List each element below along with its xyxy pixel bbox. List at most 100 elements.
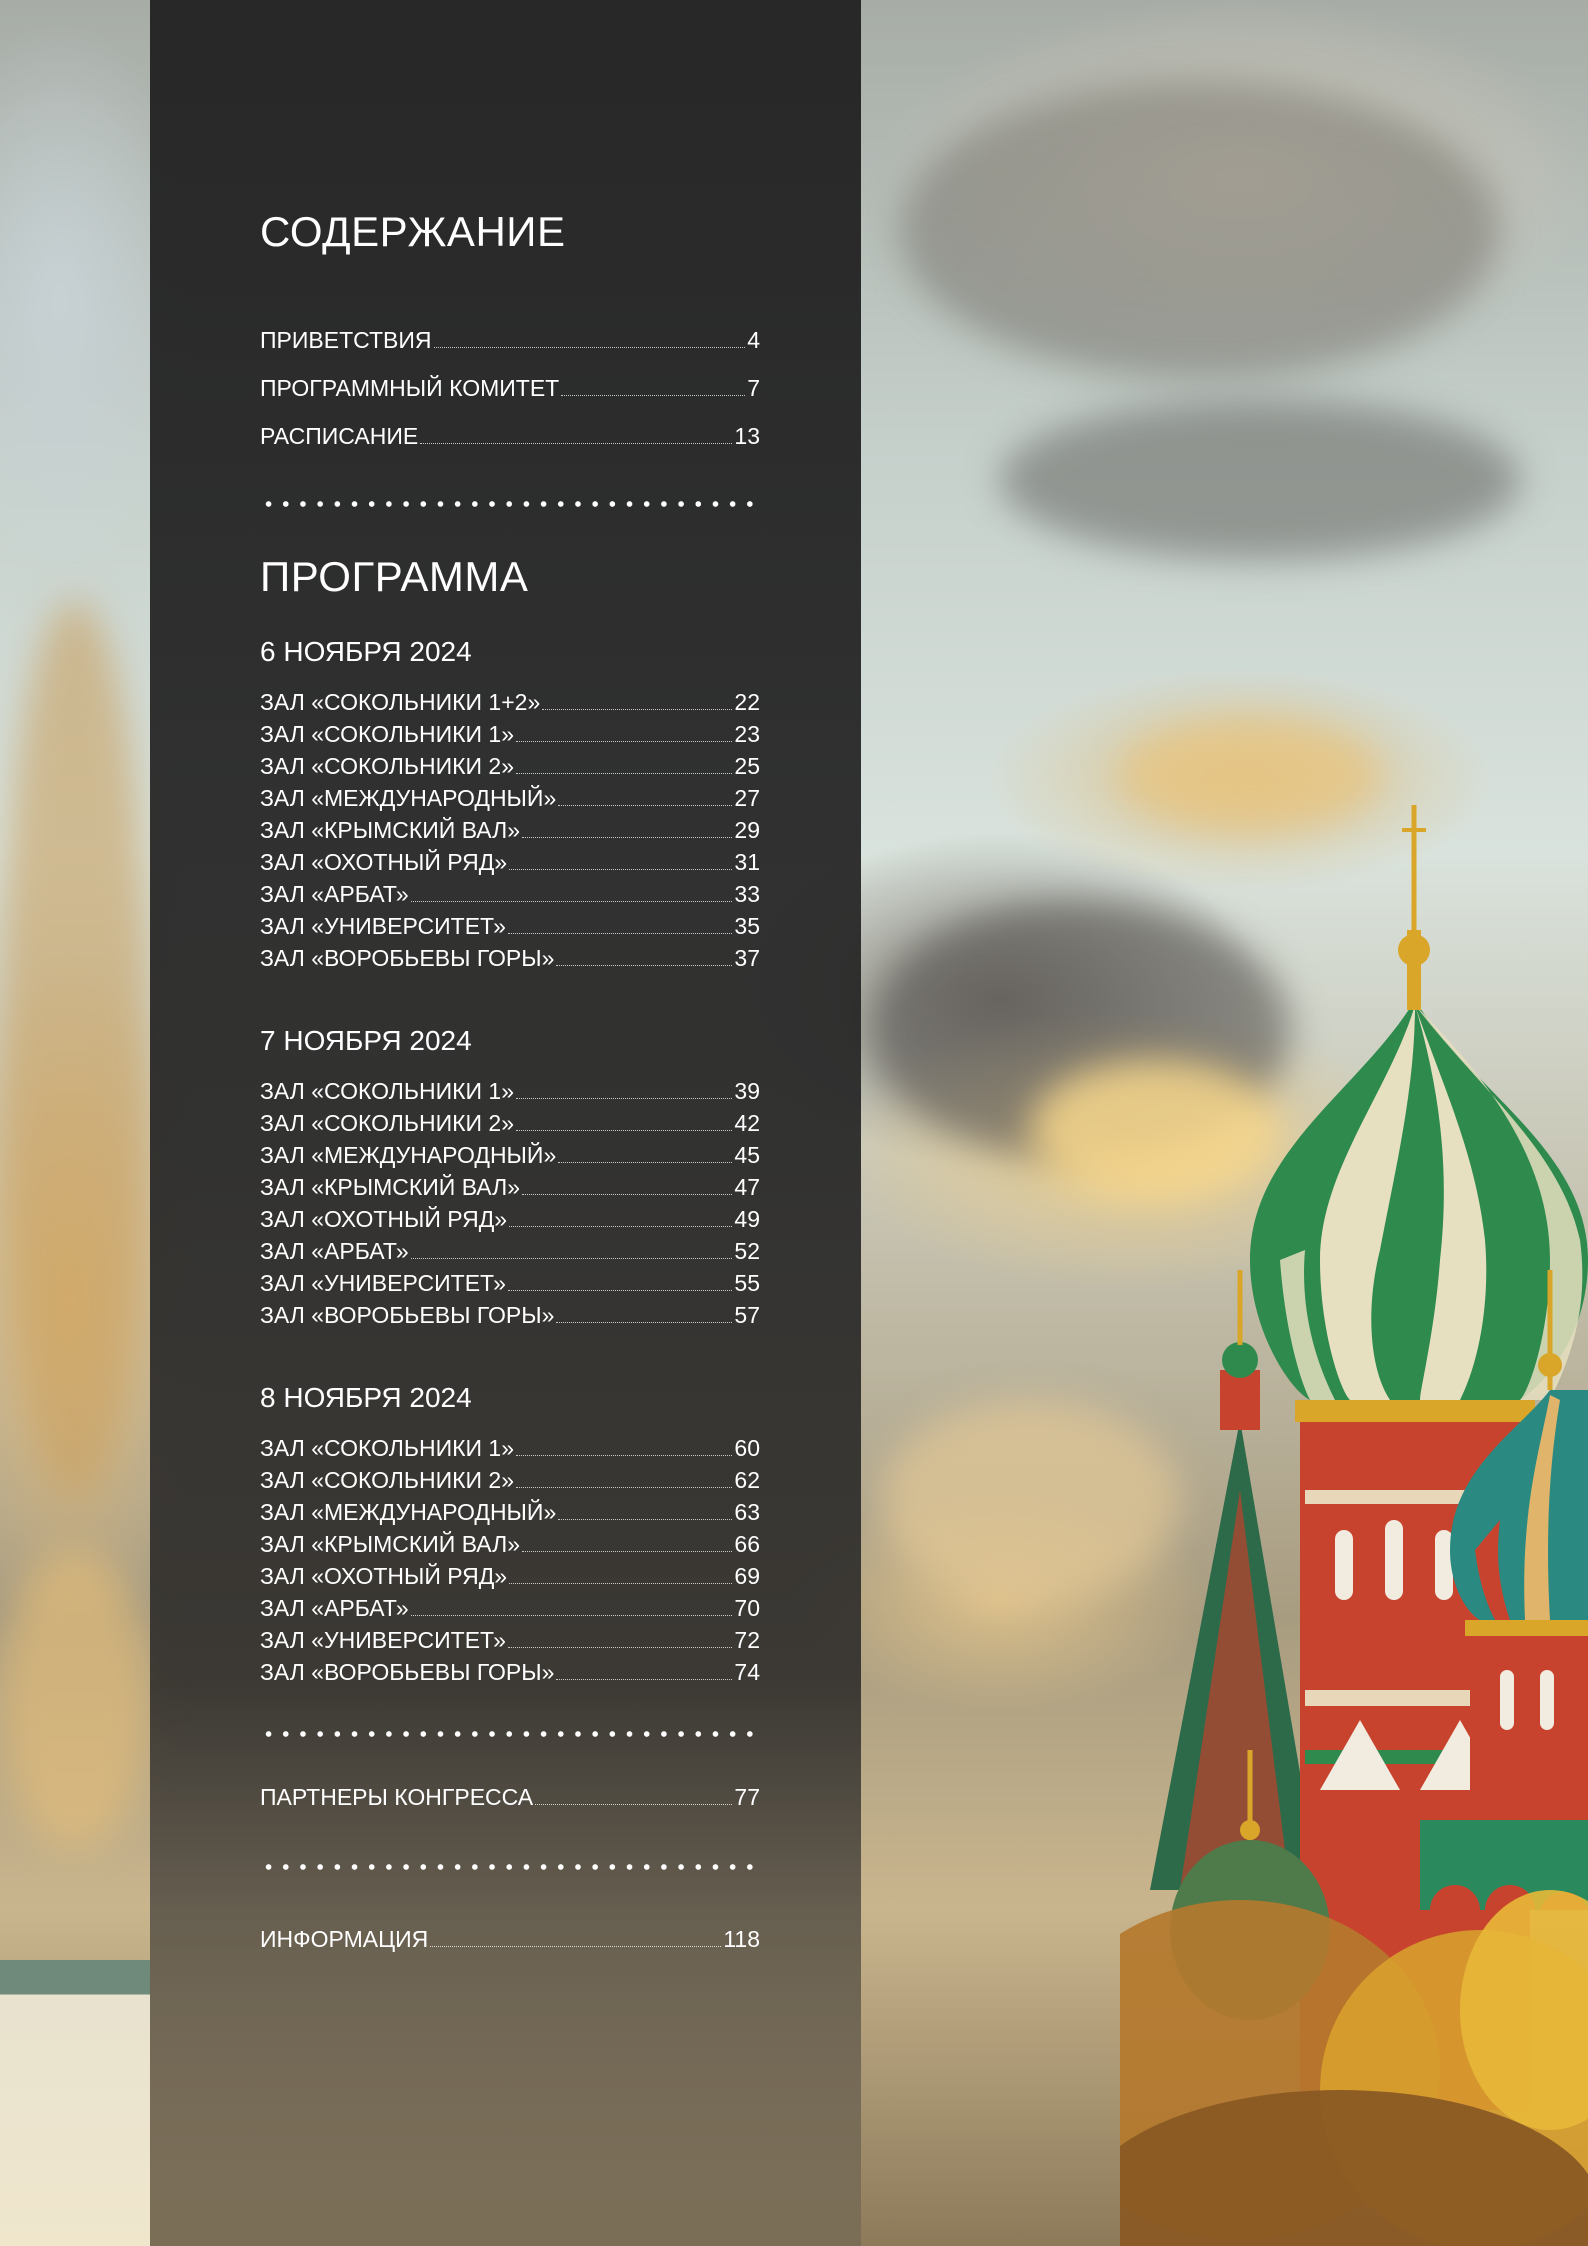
toc-label: ЗАЛ «ВОРОБЬЕВЫ ГОРЫ» xyxy=(260,1302,555,1328)
dot-leader xyxy=(516,1487,733,1488)
toc-page: 42 xyxy=(734,1110,760,1136)
toc-page: 45 xyxy=(734,1142,760,1168)
dot-leader xyxy=(516,741,733,742)
toc-row-hall[interactable]: ЗАЛ «ВОРОБЬЕВЫ ГОРЫ» 74 xyxy=(260,1658,760,1686)
toc-row-hall[interactable]: ЗАЛ «ВОРОБЬЕВЫ ГОРЫ» 37 xyxy=(260,944,760,972)
toc-page: 118 xyxy=(723,1926,760,1952)
dot-leader xyxy=(556,1679,733,1680)
dot-leader xyxy=(507,1647,733,1648)
toc-page: 52 xyxy=(734,1238,760,1264)
dot-leader xyxy=(410,1615,733,1616)
dot-leader xyxy=(522,1551,733,1552)
dot-leader xyxy=(535,1804,733,1805)
toc-page: 57 xyxy=(734,1302,760,1328)
toc-label: ЗАЛ «СОКОЛЬНИКИ 2» xyxy=(260,1110,515,1136)
toc-row-hall[interactable]: ЗАЛ «МЕЖДУНАРОДНЫЙ» 45 xyxy=(260,1141,760,1169)
toc-page: 72 xyxy=(734,1627,760,1653)
toc-row-hall[interactable]: ЗАЛ «ОХОТНЫЙ РЯД» 31 xyxy=(260,848,760,876)
toc-label: ЗАЛ «СОКОЛЬНИКИ 1» xyxy=(260,1078,515,1104)
toc-label: ЗАЛ «ВОРОБЬЕВЫ ГОРЫ» xyxy=(260,945,555,971)
toc-label: ЗАЛ «УНИВЕРСИТЕТ» xyxy=(260,1270,506,1296)
toc-label: РАСПИСАНИЕ xyxy=(260,423,419,449)
dot-leader xyxy=(558,805,733,806)
cathedral-illustration xyxy=(1120,790,1588,2246)
toc-label: ЗАЛ «СОКОЛЬНИКИ 1» xyxy=(260,721,515,747)
toc-row-hall[interactable]: ЗАЛ «УНИВЕРСИТЕТ» 35 xyxy=(260,912,760,940)
contents-title: СОДЕРЖАНИЕ xyxy=(260,208,566,255)
dot-leader xyxy=(507,933,733,934)
toc-row-greetings[interactable]: ПРИВЕТСТВИЯ 4 xyxy=(260,326,760,354)
toc-label: ЗАЛ «ОХОТНЫЙ РЯД» xyxy=(260,1206,508,1232)
dot-leader xyxy=(516,1455,733,1456)
toc-row-hall[interactable]: ЗАЛ «АРБАТ» 52 xyxy=(260,1237,760,1265)
toc-row-hall[interactable]: ЗАЛ «ВОРОБЬЕВЫ ГОРЫ» 57 xyxy=(260,1301,760,1329)
dot-leader xyxy=(433,347,746,348)
toc-label: ПАРТНЕРЫ КОНГРЕССА xyxy=(260,1784,534,1810)
toc-row-committee[interactable]: ПРОГРАММНЫЙ КОМИТЕТ 7 xyxy=(260,374,760,402)
dot-leader xyxy=(410,901,733,902)
toc-page: 70 xyxy=(734,1595,760,1621)
toc-row-hall[interactable]: ЗАЛ «СОКОЛЬНИКИ 1» 60 xyxy=(260,1434,760,1462)
toc-row-hall[interactable]: ЗАЛ «СОКОЛЬНИКИ 2» 42 xyxy=(260,1109,760,1137)
toc-page: 74 xyxy=(734,1659,760,1685)
toc-page: 37 xyxy=(734,945,760,971)
day-1-date: 6 НОЯБРЯ 2024 xyxy=(260,636,472,667)
day-2-date: 7 НОЯБРЯ 2024 xyxy=(260,1025,472,1056)
toc-label: ЗАЛ «ОХОТНЫЙ РЯД» xyxy=(260,1563,508,1589)
toc-label: ПРОГРАММНЫЙ КОМИТЕТ xyxy=(260,375,560,401)
dot-leader xyxy=(507,1290,733,1291)
toc-row-hall[interactable]: ЗАЛ «ОХОТНЫЙ РЯД» 49 xyxy=(260,1205,760,1233)
toc-page: 7 xyxy=(747,375,760,401)
toc-label: ИНФОРМАЦИЯ xyxy=(260,1926,429,1952)
dot-leader xyxy=(420,443,733,444)
dot-leader xyxy=(558,1162,733,1163)
toc-row-hall[interactable]: ЗАЛ «КРЫМСКИЙ ВАЛ» 29 xyxy=(260,816,760,844)
toc-page: 63 xyxy=(734,1499,760,1525)
toc-label: ЗАЛ «КРЫМСКИЙ ВАЛ» xyxy=(260,817,521,843)
toc-row-info[interactable]: ИНФОРМАЦИЯ 118 xyxy=(260,1925,760,1953)
toc-row-schedule[interactable]: РАСПИСАНИЕ 13 xyxy=(260,422,760,450)
toc-row-hall[interactable]: ЗАЛ «СОКОЛЬНИКИ 1» 23 xyxy=(260,720,760,748)
toc-row-hall[interactable]: ЗАЛ «ОХОТНЫЙ РЯД» 69 xyxy=(260,1562,760,1590)
toc-page: 31 xyxy=(734,849,760,875)
toc-page: 23 xyxy=(734,721,760,747)
section-divider xyxy=(260,501,760,507)
toc-row-hall[interactable]: ЗАЛ «МЕЖДУНАРОДНЫЙ» 63 xyxy=(260,1498,760,1526)
dot-leader xyxy=(556,965,733,966)
toc-page: 49 xyxy=(734,1206,760,1232)
dot-leader xyxy=(542,709,733,710)
toc-label: ЗАЛ «СОКОЛЬНИКИ 2» xyxy=(260,753,515,779)
toc-page: 22 xyxy=(734,689,760,715)
toc-row-hall[interactable]: ЗАЛ «УНИВЕРСИТЕТ» 72 xyxy=(260,1626,760,1654)
toc-row-hall[interactable]: ЗАЛ «АРБАТ» 70 xyxy=(260,1594,760,1622)
toc-row-hall[interactable]: ЗАЛ «КРЫМСКИЙ ВАЛ» 66 xyxy=(260,1530,760,1558)
toc-label: ЗАЛ «СОКОЛЬНИКИ 2» xyxy=(260,1467,515,1493)
toc-page: 25 xyxy=(734,753,760,779)
toc-label: ЗАЛ «ВОРОБЬЕВЫ ГОРЫ» xyxy=(260,1659,555,1685)
toc-label: ЗАЛ «СОКОЛЬНИКИ 1+2» xyxy=(260,689,541,715)
toc-label: ЗАЛ «ОХОТНЫЙ РЯД» xyxy=(260,849,508,875)
dot-leader xyxy=(516,773,733,774)
toc-page: 66 xyxy=(734,1531,760,1557)
toc-row-hall[interactable]: ЗАЛ «СОКОЛЬНИКИ 2» 62 xyxy=(260,1466,760,1494)
toc-row-hall[interactable]: ЗАЛ «КРЫМСКИЙ ВАЛ» 47 xyxy=(260,1173,760,1201)
toc-label: ЗАЛ «УНИВЕРСИТЕТ» xyxy=(260,913,506,939)
toc-label: ЗАЛ «КРЫМСКИЙ ВАЛ» xyxy=(260,1174,521,1200)
section-divider xyxy=(260,1731,760,1737)
toc-row-hall[interactable]: ЗАЛ «СОКОЛЬНИКИ 1+2» 22 xyxy=(260,688,760,716)
toc-row-partners[interactable]: ПАРТНЕРЫ КОНГРЕССА 77 xyxy=(260,1783,760,1811)
toc-row-hall[interactable]: ЗАЛ «СОКОЛЬНИКИ 2» 25 xyxy=(260,752,760,780)
toc-row-hall[interactable]: ЗАЛ «АРБАТ» 33 xyxy=(260,880,760,908)
dot-leader xyxy=(561,395,746,396)
toc-page: 35 xyxy=(734,913,760,939)
toc-page: 13 xyxy=(734,423,760,449)
toc-row-hall[interactable]: ЗАЛ «СОКОЛЬНИКИ 1» 39 xyxy=(260,1077,760,1105)
toc-page: 47 xyxy=(734,1174,760,1200)
toc-row-hall[interactable]: ЗАЛ «УНИВЕРСИТЕТ» 55 xyxy=(260,1269,760,1297)
toc-row-hall[interactable]: ЗАЛ «МЕЖДУНАРОДНЫЙ» 27 xyxy=(260,784,760,812)
dot-leader xyxy=(509,1226,733,1227)
dot-leader xyxy=(522,1194,733,1195)
dot-leader xyxy=(410,1258,733,1259)
toc-label: ЗАЛ «КРЫМСКИЙ ВАЛ» xyxy=(260,1531,521,1557)
toc-label: ЗАЛ «СОКОЛЬНИКИ 1» xyxy=(260,1435,515,1461)
